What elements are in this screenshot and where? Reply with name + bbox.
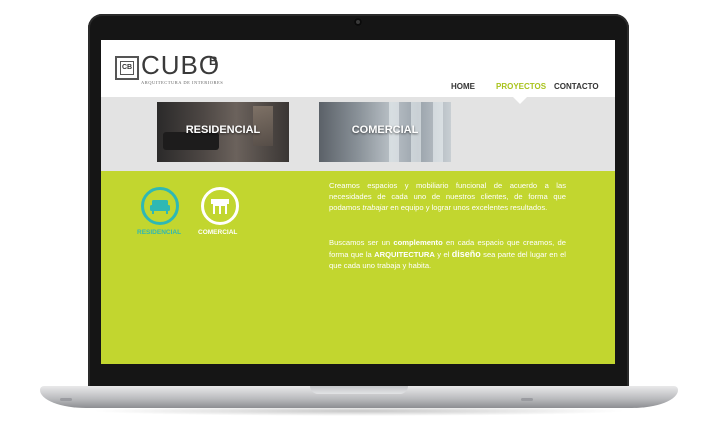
text-bold: complemento bbox=[393, 238, 443, 247]
category-comercial-button[interactable] bbox=[201, 187, 239, 225]
text-span: y el bbox=[434, 249, 452, 259]
laptop-foot-right bbox=[521, 398, 533, 401]
nav-proyectos[interactable]: PROYECTOS bbox=[496, 80, 546, 94]
content-section: RESIDENCIAL COMERCIAL Creamos espacios y… bbox=[101, 171, 615, 364]
project-thumb-label: COMERCIAL bbox=[351, 124, 419, 136]
site-header: CB CUBO B ARQUITECTURA DE INTERIORES HOM… bbox=[101, 40, 615, 97]
mission-paragraph: Buscamos ser un complemento en cada espa… bbox=[329, 238, 566, 271]
nav-contacto[interactable]: CONTACTO bbox=[554, 80, 599, 94]
laptop-foot-left bbox=[60, 398, 72, 401]
intro-paragraph: Creamos espacios y mobiliario funcional … bbox=[329, 181, 566, 213]
logo-superscript: B bbox=[209, 54, 218, 68]
active-nav-indicator bbox=[513, 97, 527, 104]
project-thumb-residencial[interactable]: RESIDENCIAL bbox=[157, 102, 289, 162]
text-span: Buscamos ser un bbox=[329, 238, 394, 247]
text-span: en equipo y lograr unos excelentes resul… bbox=[388, 202, 548, 212]
sofa-icon bbox=[150, 200, 170, 214]
nav-home[interactable]: HOME bbox=[451, 80, 475, 94]
laptop-notch bbox=[310, 386, 408, 394]
logo-mark[interactable]: CB bbox=[115, 56, 139, 80]
logo-mark-text: CB bbox=[120, 61, 134, 75]
website-screen: CB CUBO B ARQUITECTURA DE INTERIORES HOM… bbox=[101, 40, 615, 364]
webcam-icon bbox=[354, 18, 362, 26]
storefront-icon bbox=[211, 199, 229, 214]
category-comercial-label[interactable]: COMERCIAL bbox=[198, 229, 237, 236]
text-bold: ARQUITECTURA bbox=[374, 249, 435, 259]
text-bold: diseño bbox=[451, 248, 481, 259]
project-thumb-label: RESIDENCIAL bbox=[185, 124, 261, 136]
project-thumb-comercial[interactable]: COMERCIAL bbox=[319, 102, 451, 162]
category-residencial-label[interactable]: RESIDENCIAL bbox=[137, 229, 181, 236]
category-residencial-button[interactable] bbox=[141, 187, 179, 225]
text-emphasis: trabajar bbox=[362, 202, 389, 212]
logo-tagline: ARQUITECTURA DE INTERIORES bbox=[141, 80, 224, 85]
